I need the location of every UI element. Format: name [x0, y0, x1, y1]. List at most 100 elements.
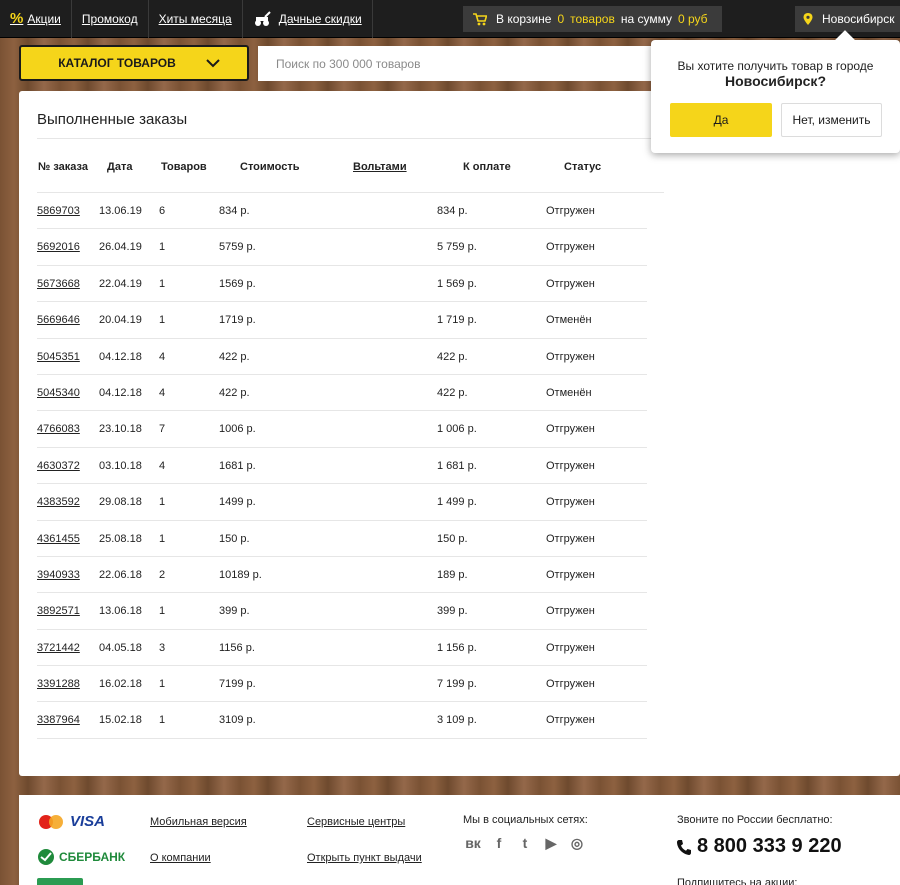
- cell-to-pay: 1 156 р.: [437, 641, 477, 654]
- column-volts-link[interactable]: Вольтами: [353, 141, 407, 193]
- page-title: Выполненные заказы: [37, 111, 188, 128]
- cell-date: 25.08.18: [99, 532, 142, 545]
- cell-items: 4: [159, 350, 166, 363]
- cell-date: 26.04.19: [99, 241, 142, 254]
- column-date: Дата: [107, 160, 133, 173]
- order-number-link[interactable]: 5045351: [37, 339, 80, 375]
- order-number-link[interactable]: 5669646: [37, 302, 80, 338]
- cell-status: Отгружен: [546, 678, 595, 691]
- order-number-link[interactable]: 3721442: [37, 630, 80, 666]
- cart-sum: 0 руб: [677, 12, 708, 26]
- order-number-link[interactable]: 5869703: [37, 193, 80, 229]
- cell-date: 22.04.19: [99, 277, 142, 290]
- twitter-icon[interactable]: t: [516, 835, 534, 852]
- order-number-link[interactable]: 5673668: [37, 266, 80, 302]
- top-bar: % Акции Промокод Хиты месяца Дачные скид…: [0, 0, 900, 38]
- footer-link-about[interactable]: О компании: [150, 852, 211, 864]
- table-row: 4630372 03.10.18 4 1681 р. 1 681 р. Отгружен: [37, 448, 647, 485]
- table-row: 5692016 26.04.19 1 5759 р. 5 759 р. Отгружен: [37, 229, 647, 266]
- nav-item-promocode[interactable]: Промокод: [72, 0, 149, 38]
- cell-date: 23.10.18: [99, 423, 142, 436]
- hotline: 8 800 333 9 220: [677, 835, 842, 858]
- cell-cost: 5759 р.: [219, 241, 256, 254]
- city-question: Вы хотите получить товар в городе Новоси…: [651, 59, 900, 90]
- cell-cost: 150 р.: [219, 532, 250, 545]
- visa-logo: VISA: [70, 813, 106, 830]
- cell-date: 04.12.18: [99, 350, 142, 363]
- cell-status: Отгружен: [546, 350, 595, 363]
- column-to-pay: К оплате: [463, 160, 511, 173]
- cart-count: 0: [557, 12, 565, 26]
- order-number-link[interactable]: 5692016: [37, 229, 80, 265]
- table-row: 4361455 25.08.18 1 150 р. 150 р. Отгружен: [37, 521, 647, 557]
- nav-item-garden-discounts[interactable]: Дачные скидки: [243, 0, 373, 38]
- cell-items: 1: [159, 678, 166, 691]
- cell-to-pay: 189 р.: [437, 568, 468, 581]
- cell-to-pay: 1 569 р.: [437, 277, 477, 290]
- cell-cost: 1719 р.: [219, 314, 256, 327]
- table-row: 5669646 20.04.19 1 1719 р. 1 719 р. Отменён: [37, 302, 647, 339]
- cell-cost: 3109 р.: [219, 714, 256, 727]
- social-label: Мы в социальных сетях:: [463, 814, 588, 826]
- confirm-city-button[interactable]: Да: [670, 103, 772, 137]
- table-row: 3940933 22.06.18 2 10189 р. 189 р. Отгружен: [37, 557, 647, 594]
- order-number-link[interactable]: 3940933: [37, 557, 80, 593]
- nav-item-promotions[interactable]: % Акции: [0, 0, 72, 38]
- cell-status: Отгружен: [546, 641, 595, 654]
- table-row: 3721442 04.05.18 3 1156 р. 1 156 р. Отгружен: [37, 630, 647, 667]
- cell-items: 1: [159, 714, 166, 727]
- cell-date: 04.05.18: [99, 641, 142, 654]
- cell-to-pay: 1 006 р.: [437, 423, 477, 436]
- sberbank-logo: СБЕРБАНК: [37, 848, 125, 866]
- divider: [37, 138, 664, 139]
- cell-to-pay: 5 759 р.: [437, 241, 477, 254]
- table-row: 5045340 04.12.18 4 422 р. 422 р. Отменён: [37, 375, 647, 412]
- order-number-link[interactable]: 4630372: [37, 448, 80, 484]
- order-number-link[interactable]: 5045340: [37, 375, 80, 411]
- order-number-link[interactable]: 4361455: [37, 521, 80, 557]
- cart-icon: [473, 12, 487, 25]
- cart-summary[interactable]: В корзине 0 товаров на сумму 0 руб: [463, 6, 722, 32]
- phone-number: 8 800 333 9 220: [697, 835, 842, 857]
- catalog-button-label: КАТАЛОГ ТОВАРОВ: [58, 56, 176, 70]
- chevron-down-icon: [206, 58, 220, 67]
- order-number-link[interactable]: 3892571: [37, 593, 80, 629]
- cart-prefix: В корзине: [496, 12, 552, 26]
- cart-count-unit: товаров: [570, 12, 615, 26]
- cell-date: 16.02.18: [99, 678, 142, 691]
- cell-items: 4: [159, 386, 166, 399]
- vk-icon[interactable]: вк: [464, 835, 482, 852]
- order-number-link[interactable]: 3391288: [37, 666, 80, 702]
- catalog-button[interactable]: КАТАЛОГ ТОВАРОВ: [19, 45, 249, 81]
- order-number-link[interactable]: 4766083: [37, 411, 80, 447]
- footer-link-mobile[interactable]: Мобильная версия: [150, 816, 247, 828]
- city-selector[interactable]: Новосибирск: [795, 6, 900, 32]
- nav-item-hits[interactable]: Хиты месяца: [149, 0, 243, 38]
- city-question-city: Новосибирск?: [725, 73, 826, 89]
- cell-cost: 834 р.: [219, 205, 250, 217]
- order-number-link[interactable]: 4383592: [37, 484, 80, 520]
- cell-items: 2: [159, 568, 166, 581]
- instagram-icon[interactable]: ◎: [568, 835, 586, 852]
- cell-date: 22.06.18: [99, 568, 142, 581]
- footer-link-service-centers[interactable]: Сервисные центры: [307, 816, 405, 828]
- cell-to-pay: 422 р.: [437, 350, 468, 363]
- cell-items: 6: [159, 205, 166, 217]
- call-label: Звоните по России бесплатно:: [677, 814, 833, 826]
- cell-to-pay: 1 681 р.: [437, 459, 477, 472]
- change-city-button[interactable]: Нет, изменить: [781, 103, 882, 137]
- cell-status: Отменён: [546, 314, 592, 327]
- cell-items: 1: [159, 532, 166, 545]
- nav-item-label: Дачные скидки: [278, 11, 362, 26]
- table-row: 4383592 29.08.18 1 1499 р. 1 499 р. Отгружен: [37, 484, 647, 521]
- footer-link-open-pickup[interactable]: Открыть пункт выдачи: [307, 852, 422, 864]
- table-row: 3387964 15.02.18 1 3109 р. 3 109 р. Отгружен: [37, 702, 647, 739]
- order-number-link[interactable]: 3387964: [37, 702, 80, 738]
- facebook-icon[interactable]: f: [490, 835, 508, 852]
- percent-icon: %: [10, 10, 24, 27]
- nav-item-label: Акции: [27, 11, 61, 26]
- search-input[interactable]: [258, 46, 658, 81]
- youtube-icon[interactable]: ▶: [542, 835, 560, 852]
- cell-to-pay: 3 109 р.: [437, 714, 477, 727]
- cell-cost: 422 р.: [219, 386, 250, 399]
